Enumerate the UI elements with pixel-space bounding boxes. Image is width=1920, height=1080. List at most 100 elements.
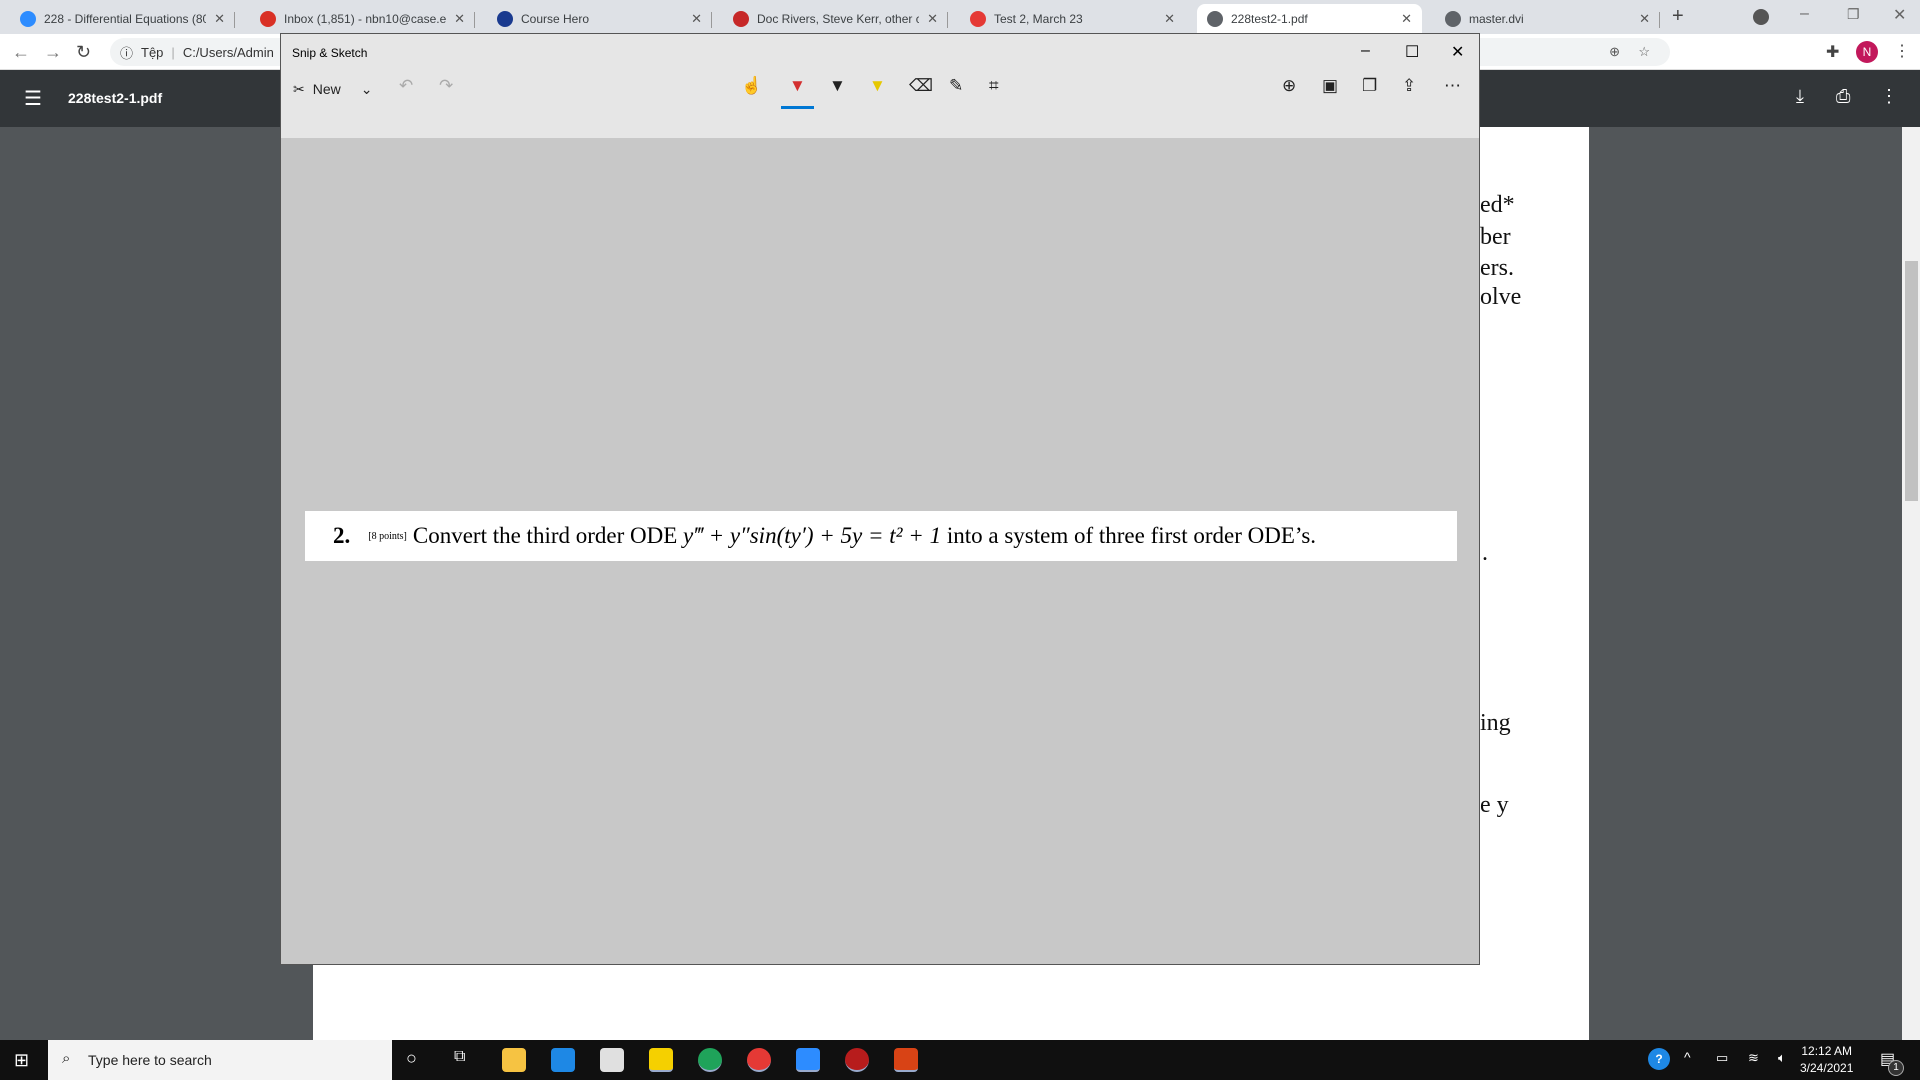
close-button[interactable]: ✕ [1451, 42, 1464, 62]
file-explorer-icon[interactable] [502, 1048, 526, 1072]
tab-search-icon[interactable] [1753, 9, 1769, 25]
tab-label: Doc Rivers, Steve Kerr, other coa [757, 12, 920, 26]
more-icon[interactable]: ⋯ [1444, 76, 1461, 96]
zoom-app-icon[interactable] [796, 1048, 820, 1072]
question-text: Convert the third order ODE [412, 523, 684, 548]
pdf-text-fragment: ers. [1480, 255, 1514, 281]
snip-title-bar: Snip & Sketch – ☐ ✕ [281, 34, 1479, 72]
close-browser-button[interactable]: ✕ [1893, 5, 1906, 25]
extensions-icon[interactable]: ✚ [1826, 42, 1839, 62]
download-icon[interactable]: ⤓ [1796, 86, 1804, 107]
loading-icon [970, 11, 986, 27]
restore-browser-button[interactable]: ❐ [1847, 6, 1860, 23]
address-scheme: Tệp [141, 44, 164, 60]
clock[interactable]: 12:12 AM 3/24/2021 [1800, 1043, 1853, 1077]
question-text-end: into a system of three first order ODE’s… [941, 523, 1317, 548]
snip-sketch-taskbar-icon[interactable] [894, 1048, 918, 1072]
help-icon[interactable]: ? [1648, 1048, 1670, 1070]
save-icon[interactable]: ▣ [1322, 76, 1338, 96]
avatar[interactable]: N [1856, 41, 1878, 63]
back-icon[interactable]: ← [12, 42, 30, 63]
snip-icon: ✂ [293, 80, 305, 97]
reload-icon[interactable]: ↻ [76, 42, 91, 63]
pdf-text-fragment: ing [1480, 710, 1511, 736]
time: 12:12 AM [1801, 1044, 1853, 1058]
course-hero-icon [497, 11, 513, 27]
share-icon[interactable]: ⇪ [1402, 76, 1416, 96]
tab[interactable]: Inbox (1,851) - nbn10@case.edu ✕ [250, 4, 475, 34]
info-icon[interactable]: ⓘ [120, 43, 133, 62]
crop-icon[interactable]: ⌗ [989, 76, 999, 96]
site-icon [733, 11, 749, 27]
maximize-button[interactable]: ☐ [1405, 42, 1419, 62]
taskbar-search-input[interactable]: ⌕ Type here to search [48, 1040, 392, 1080]
menu-icon[interactable]: ☰ [24, 86, 42, 111]
tab[interactable]: master.dvi ✕ [1435, 4, 1660, 34]
zoom-in-icon[interactable]: ⊕ [1282, 76, 1296, 96]
highlighter-icon[interactable]: ▼ [869, 76, 886, 96]
new-snip-button[interactable]: ✂ New ⌄ [293, 56, 372, 122]
snip-toolbar: ✂ New ⌄ ↶ ↷ ☝ ▼ ▼ ▼ ⌫ ✎ ⌗ ⊕ ▣ ❐ ⇪ ⋯ [281, 72, 1479, 138]
snip-sketch-window: Snip & Sketch – ☐ ✕ ✂ New ⌄ ↶ ↷ ☝ ▼ ▼ ▼ ⌫ … [280, 33, 1480, 965]
mail-icon[interactable] [551, 1048, 575, 1072]
meet-now-icon[interactable]: ▭ [1716, 1050, 1728, 1066]
chevron-down-icon[interactable]: ⌄ [361, 81, 373, 98]
close-tab-icon[interactable]: ✕ [1401, 11, 1412, 27]
volume-icon[interactable]: 🔈︎ [1778, 1050, 1786, 1066]
date: 3/24/2021 [1800, 1061, 1854, 1075]
globe-icon [1207, 11, 1223, 27]
redo-icon[interactable]: ↷ [439, 76, 453, 96]
new-tab-button[interactable]: + [1672, 5, 1684, 28]
browser-menu-icon[interactable]: ⋮ [1894, 41, 1910, 61]
undo-icon[interactable]: ↶ [399, 76, 413, 96]
ballpoint-pen-icon[interactable]: ▼ [781, 76, 814, 109]
pdf-text-fragment: ed* [1480, 192, 1515, 218]
wifi-icon[interactable]: ≋ [1748, 1050, 1759, 1066]
close-tab-icon[interactable]: ✕ [1639, 11, 1650, 27]
tab-strip: 228 - Differential Equations (800 ✕ Inbox … [0, 0, 1920, 34]
close-tab-icon[interactable]: ✕ [454, 11, 465, 27]
eraser-icon[interactable]: ⌫ [909, 76, 933, 96]
windows-start-icon[interactable]: ⊞ [14, 1050, 29, 1071]
cortana-icon[interactable]: ○ [406, 1048, 417, 1069]
touch-writing-icon[interactable]: ☝ [741, 76, 762, 96]
pdf-text-fragment: ber [1480, 224, 1511, 250]
taskbar: ⊞ ⌕ Type here to search ○ ⧉ ? ^ ▭ ≋ 🔈︎ 1… [0, 1040, 1920, 1080]
pdf-text-fragment: . [1482, 540, 1488, 566]
pencil-icon[interactable]: ▼ [829, 76, 846, 96]
tab[interactable]: 228test2-1.pdf ✕ [1197, 4, 1422, 34]
bookmark-star-icon[interactable]: ☆ [1638, 44, 1650, 60]
chrome-icon[interactable] [747, 1048, 771, 1072]
copy-icon[interactable]: ❐ [1362, 76, 1377, 96]
sticky-notes-icon[interactable] [649, 1048, 673, 1072]
forward-icon[interactable]: → [44, 42, 62, 63]
tab-label: Test 2, March 23 [994, 12, 1083, 26]
minimize-button[interactable]: – [1361, 42, 1370, 60]
tab-label: Inbox (1,851) - nbn10@case.edu [284, 12, 447, 26]
ruler-icon[interactable]: ✎ [949, 76, 963, 96]
print-icon[interactable]: ⎙ [1836, 86, 1850, 107]
close-tab-icon[interactable]: ✕ [214, 11, 225, 27]
chevron-up-icon[interactable]: ^ [1684, 1049, 1691, 1065]
tab-label: Course Hero [521, 12, 590, 26]
minimize-browser-button[interactable]: – [1800, 5, 1809, 23]
tab[interactable]: Course Hero ✕ [487, 4, 712, 34]
app-icon[interactable] [600, 1048, 624, 1072]
pdf-more-icon[interactable]: ⋮ [1880, 86, 1898, 107]
app-red-icon[interactable] [845, 1048, 869, 1072]
scrollbar-thumb[interactable] [1905, 261, 1918, 501]
tab[interactable]: 228 - Differential Equations (800 ✕ [10, 4, 235, 34]
address-path: C:/Users/Admin [182, 44, 274, 60]
new-label: New [312, 81, 341, 97]
edge-icon[interactable] [698, 1048, 722, 1072]
close-tab-icon[interactable]: ✕ [691, 11, 702, 27]
close-tab-icon[interactable]: ✕ [927, 11, 938, 27]
zoom-icon[interactable]: ⊕ [1609, 44, 1620, 60]
tab[interactable]: Test 2, March 23 ✕ [960, 4, 1185, 34]
task-view-icon[interactable]: ⧉ [454, 1048, 465, 1066]
tab[interactable]: Doc Rivers, Steve Kerr, other coa ✕ [723, 4, 948, 34]
zoom-icon [20, 11, 36, 27]
tab-label: master.dvi [1469, 12, 1524, 26]
globe-icon [1445, 11, 1461, 27]
close-tab-icon[interactable]: ✕ [1164, 11, 1175, 27]
